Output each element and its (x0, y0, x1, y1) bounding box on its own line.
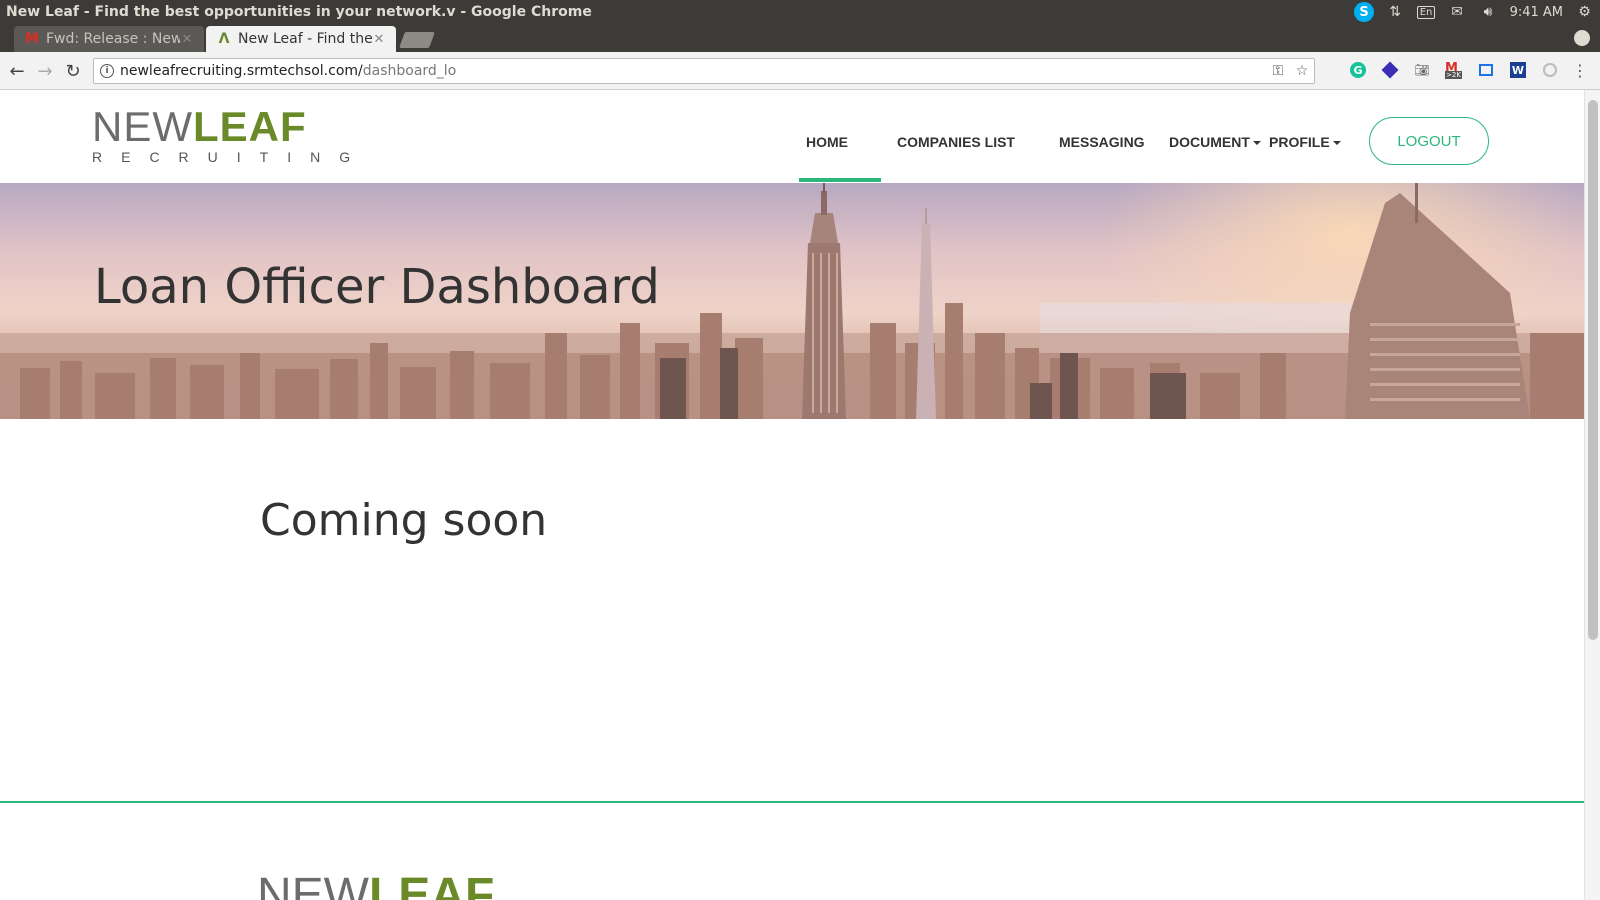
coming-soon-text: Coming soon (260, 495, 548, 546)
footer-logo[interactable]: NEWLEAF (257, 868, 494, 900)
keyboard-icon[interactable]: En (1411, 0, 1442, 24)
nav-profile[interactable]: PROFILE (1269, 134, 1341, 150)
extension-gray-icon[interactable] (1540, 60, 1560, 80)
tab-newleaf[interactable]: Λ New Leaf - Find the ✕ (206, 26, 396, 52)
star-icon[interactable]: ☆ (1290, 63, 1314, 79)
extension-blue-icon[interactable] (1380, 60, 1400, 80)
tab-label: Fwd: Release : New (46, 31, 180, 47)
site-header: NEWLEAF RECRUITING HOME COMPANIES LIST M… (0, 90, 1584, 183)
logo-subtitle: RECRUITING (92, 149, 370, 165)
site-logo[interactable]: NEWLEAF RECRUITING (92, 103, 370, 166)
nav-home[interactable]: HOME (806, 134, 848, 150)
tab-label: New Leaf - Find the (238, 31, 372, 47)
clock[interactable]: 9:41 AM (1504, 5, 1569, 20)
profile-icon[interactable] (1574, 30, 1590, 46)
new-tab-button[interactable] (399, 32, 435, 48)
caret-down-icon (1332, 141, 1341, 146)
close-icon[interactable]: ✕ (372, 32, 386, 47)
logo-leaf: LEAF (193, 103, 307, 150)
page-scrollbar[interactable] (1584, 90, 1600, 900)
camera-icon[interactable]: 📷︎ (1412, 60, 1432, 80)
tab-gmail[interactable]: M Fwd: Release : New ✕ (14, 26, 204, 52)
footer-divider (0, 801, 1584, 803)
window-title: New Leaf - Find the best opportunities i… (6, 4, 592, 20)
window-titlebar: New Leaf - Find the best opportunities i… (0, 0, 1600, 24)
logout-button[interactable]: LOGOUT (1369, 117, 1489, 165)
web-page: NEWLEAF RECRUITING HOME COMPANIES LIST M… (0, 90, 1584, 900)
gmail-checker-icon[interactable]: M >2K (1444, 60, 1464, 80)
nav-messaging[interactable]: MESSAGING (1059, 134, 1145, 150)
back-icon[interactable]: ← (6, 60, 28, 82)
grammarly-icon[interactable]: G (1348, 60, 1368, 80)
menu-icon[interactable]: ⋮ (1570, 60, 1590, 80)
mail-icon[interactable]: ✉ (1442, 0, 1473, 24)
nav-document[interactable]: DOCUMENT (1169, 134, 1261, 150)
caret-down-icon (1252, 141, 1261, 146)
volume-icon[interactable]: 🔊︎ (1473, 0, 1504, 24)
forward-icon[interactable]: → (34, 60, 56, 82)
newleaf-icon: Λ (218, 31, 230, 47)
close-icon[interactable]: ✕ (180, 32, 194, 47)
settings-icon[interactable]: ⚙ (1569, 0, 1600, 24)
reload-icon[interactable]: ↻ (62, 60, 84, 82)
url-text[interactable]: newleafrecruiting.srmtechsol.com/dashboa… (120, 63, 1266, 79)
nav-document-label: DOCUMENT (1169, 134, 1250, 150)
extension-box-icon[interactable] (1476, 60, 1496, 80)
page-title: Loan Officer Dashboard (94, 259, 660, 315)
key-icon[interactable]: ⚿ (1266, 63, 1290, 79)
tab-strip: M Fwd: Release : New ✕ Λ New Leaf - Find… (0, 24, 1600, 52)
system-tray: S ⇅ En ✉ 🔊︎ 9:41 AM ⚙ (1349, 0, 1600, 24)
w-icon[interactable]: W (1508, 60, 1528, 80)
active-nav-indicator (799, 178, 881, 182)
scrollbar-thumb[interactable] (1588, 100, 1598, 640)
footer-logo-leaf: LEAF (368, 869, 495, 900)
address-bar[interactable]: i newleafrecruiting.srmtechsol.com/dashb… (93, 58, 1315, 84)
footer-logo-new: NEW (257, 869, 369, 900)
nav-profile-label: PROFILE (1269, 134, 1330, 150)
hero-banner: Loan Officer Dashboard (0, 183, 1584, 419)
gmail-icon: M (25, 31, 39, 47)
skype-icon[interactable]: S (1349, 0, 1380, 24)
logo-new: NEW (92, 103, 193, 150)
info-icon[interactable]: i (100, 64, 114, 78)
network-icon[interactable]: ⇅ (1380, 0, 1411, 24)
nav-companies-list[interactable]: COMPANIES LIST (897, 134, 1015, 150)
